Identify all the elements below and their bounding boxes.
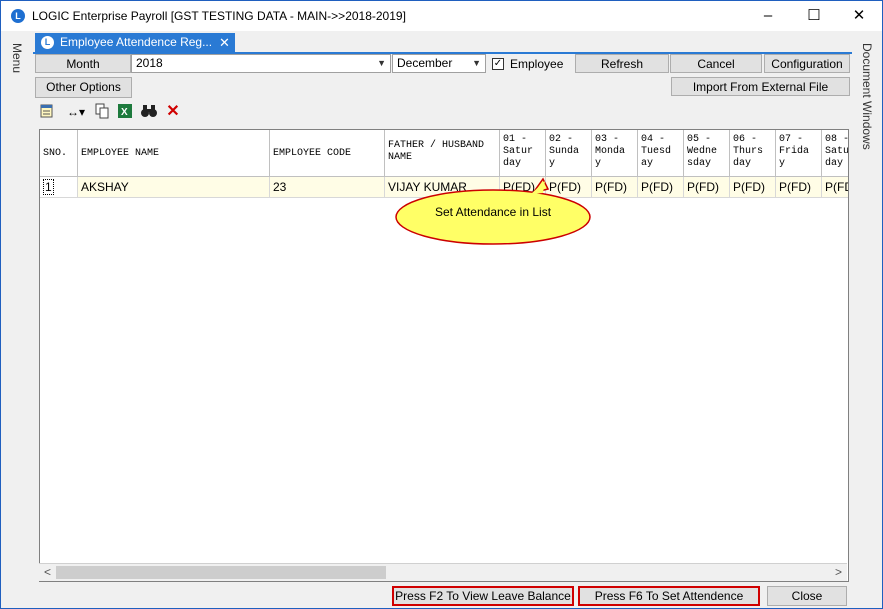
document-windows-label[interactable]: Document Windows <box>860 43 874 150</box>
header-day-04[interactable]: 04 - Tuesd ay <box>638 130 684 177</box>
header-day-01[interactable]: 01 - Satur day <box>500 130 546 177</box>
scroll-left-icon[interactable]: < <box>39 564 56 581</box>
menu-side-panel[interactable]: Menu <box>1 31 33 608</box>
menu-label[interactable]: Menu <box>10 43 24 73</box>
header-sno[interactable]: SNO. <box>40 130 78 177</box>
app-window: L LOGIC Enterprise Payroll [GST TESTING … <box>0 0 883 609</box>
minimize-button[interactable]: – <box>745 1 791 31</box>
other-options-button[interactable]: Other Options <box>35 77 132 98</box>
import-external-file-button[interactable]: Import From External File <box>671 77 850 96</box>
month-label: Month <box>35 54 131 73</box>
employee-checkbox[interactable]: ✓ <box>492 58 504 70</box>
header-employee-name[interactable]: EMPLOYEE NAME <box>78 130 270 177</box>
svg-text:X: X <box>121 107 128 118</box>
table-row-sno[interactable]: 1 <box>40 177 78 198</box>
callout-text: Set Attendance in List <box>434 205 552 219</box>
binoculars-icon[interactable] <box>140 103 158 121</box>
view-leave-balance-button[interactable]: Press F2 To View Leave Balance <box>392 586 574 606</box>
header-day-08[interactable]: 08 - Satu day <box>822 130 848 177</box>
attendance-cell-day-08[interactable]: P(FD <box>822 177 848 198</box>
app-logo-icon: L <box>11 9 25 23</box>
tab-label: Employee Attendence Reg... <box>60 35 213 49</box>
header-day-07[interactable]: 07 - Frida y <box>776 130 822 177</box>
set-attendence-button[interactable]: Press F6 To Set Attendence <box>578 586 760 606</box>
scrollbar-thumb[interactable] <box>56 566 386 579</box>
copy-icon[interactable] <box>93 103 111 121</box>
tab-close-icon[interactable]: ✕ <box>219 33 230 52</box>
configuration-button[interactable]: Configuration <box>764 54 850 73</box>
employee-code-cell[interactable]: 23 <box>270 177 385 198</box>
delete-icon[interactable]: ✕ <box>164 103 182 121</box>
attendance-cell-day-05[interactable]: P(FD) <box>684 177 730 198</box>
employee-label: Employee <box>510 57 564 71</box>
document-windows-panel[interactable]: Document Windows <box>852 31 882 608</box>
excel-icon[interactable]: X <box>116 103 134 121</box>
chevron-down-icon: ▼ <box>377 58 386 68</box>
tab-employee-attendence[interactable]: L Employee Attendence Reg... ✕ <box>35 33 235 52</box>
document-area: L Employee Attendence Reg... ✕ Month 201… <box>33 31 852 608</box>
sno-value: 1 <box>43 179 54 195</box>
header-day-05[interactable]: 05 - Wedne sday <box>684 130 730 177</box>
employee-name-cell[interactable]: AKSHAY <box>78 177 270 198</box>
header-employee-code[interactable]: EMPLOYEE CODE <box>270 130 385 177</box>
cancel-button[interactable]: Cancel <box>670 54 762 73</box>
attendance-cell-day-04[interactable]: P(FD) <box>638 177 684 198</box>
header-day-02[interactable]: 02 - Sunda y <box>546 130 592 177</box>
refresh-button[interactable]: Refresh <box>575 54 669 73</box>
notepad-icon[interactable] <box>38 103 56 121</box>
scroll-right-icon[interactable]: > <box>830 564 847 581</box>
close-button[interactable]: Close <box>767 586 847 606</box>
horizontal-scrollbar[interactable]: < > <box>39 563 847 581</box>
attendance-cell-day-06[interactable]: P(FD) <box>730 177 776 198</box>
title-bar: L LOGIC Enterprise Payroll [GST TESTING … <box>1 1 882 31</box>
chevron-down-icon: ▼ <box>472 58 481 68</box>
window-title: LOGIC Enterprise Payroll [GST TESTING DA… <box>32 9 406 23</box>
month-value: December <box>397 56 453 70</box>
tab-logo-icon: L <box>41 36 54 49</box>
year-value: 2018 <box>136 56 163 70</box>
attendance-cell-day-07[interactable]: P(FD) <box>776 177 822 198</box>
year-select[interactable]: 2018 ▼ <box>131 54 391 73</box>
month-select[interactable]: December ▼ <box>392 54 486 73</box>
close-window-button[interactable]: ✕ <box>836 1 882 31</box>
attendance-cell-day-03[interactable]: P(FD) <box>592 177 638 198</box>
header-day-06[interactable]: 06 - Thurs day <box>730 130 776 177</box>
header-father-husband-name[interactable]: FATHER / HUSBAND NAME <box>385 130 500 177</box>
callout-annotation: Set Attendance in List <box>393 177 593 247</box>
column-resize-icon[interactable]: ↔▾ <box>64 103 88 121</box>
maximize-button[interactable]: ☐ <box>791 1 837 31</box>
header-day-03[interactable]: 03 - Monda y <box>592 130 638 177</box>
